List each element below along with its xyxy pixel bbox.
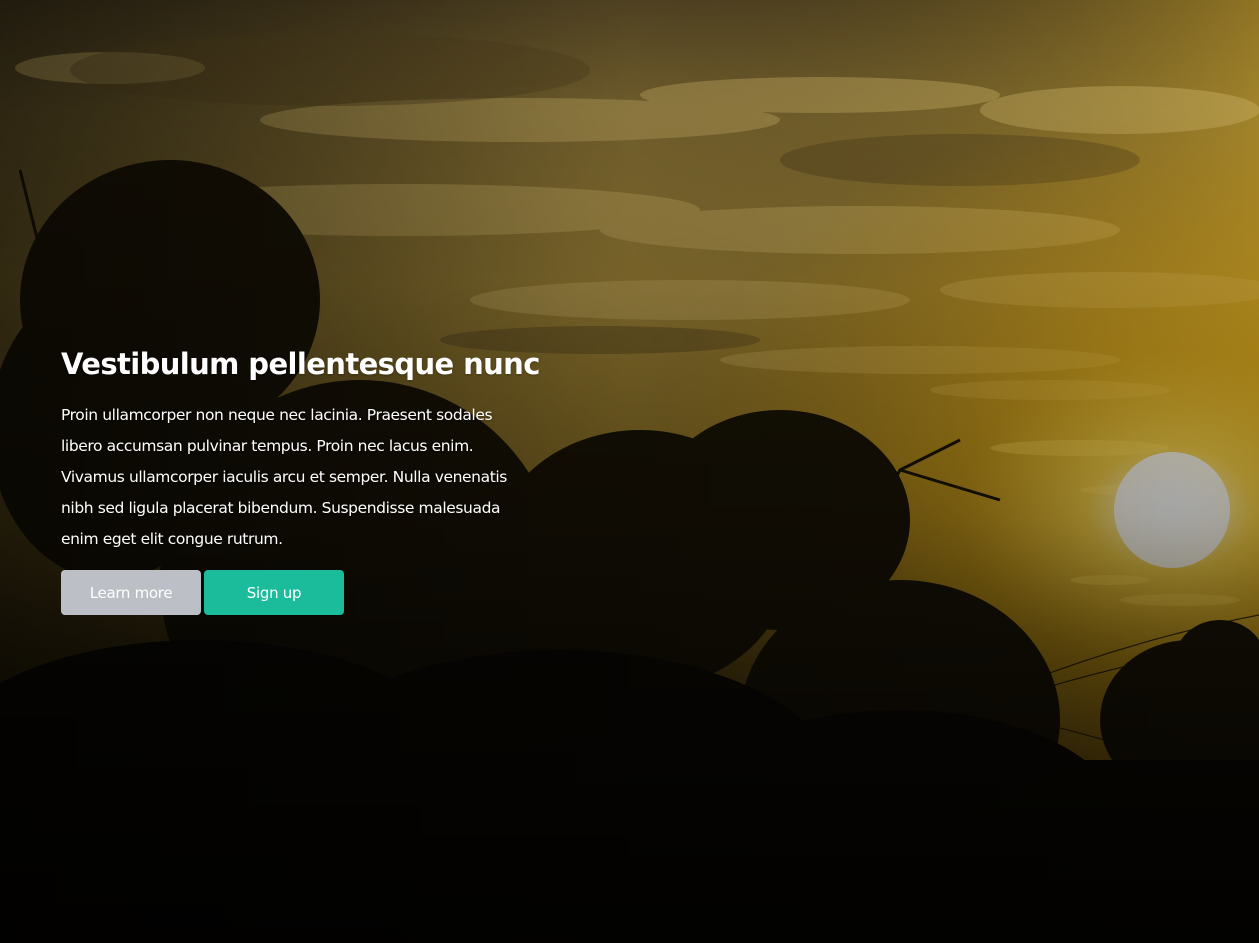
hero-buttons: Learn more Sign up <box>61 570 531 615</box>
hero-description: Proin ullamcorper non neque nec lacinia.… <box>61 406 507 548</box>
hero-content: Vestibulum pellentesque nunc Proin ullam… <box>61 342 540 615</box>
hero-headline: Vestibulum pellentesque nunc <box>61 347 540 381</box>
sign-up-button[interactable]: Sign up <box>204 570 344 615</box>
learn-more-button[interactable]: Learn more <box>61 570 201 615</box>
hero-section: Vestibulum pellentesque nunc Proin ullam… <box>0 0 1259 943</box>
